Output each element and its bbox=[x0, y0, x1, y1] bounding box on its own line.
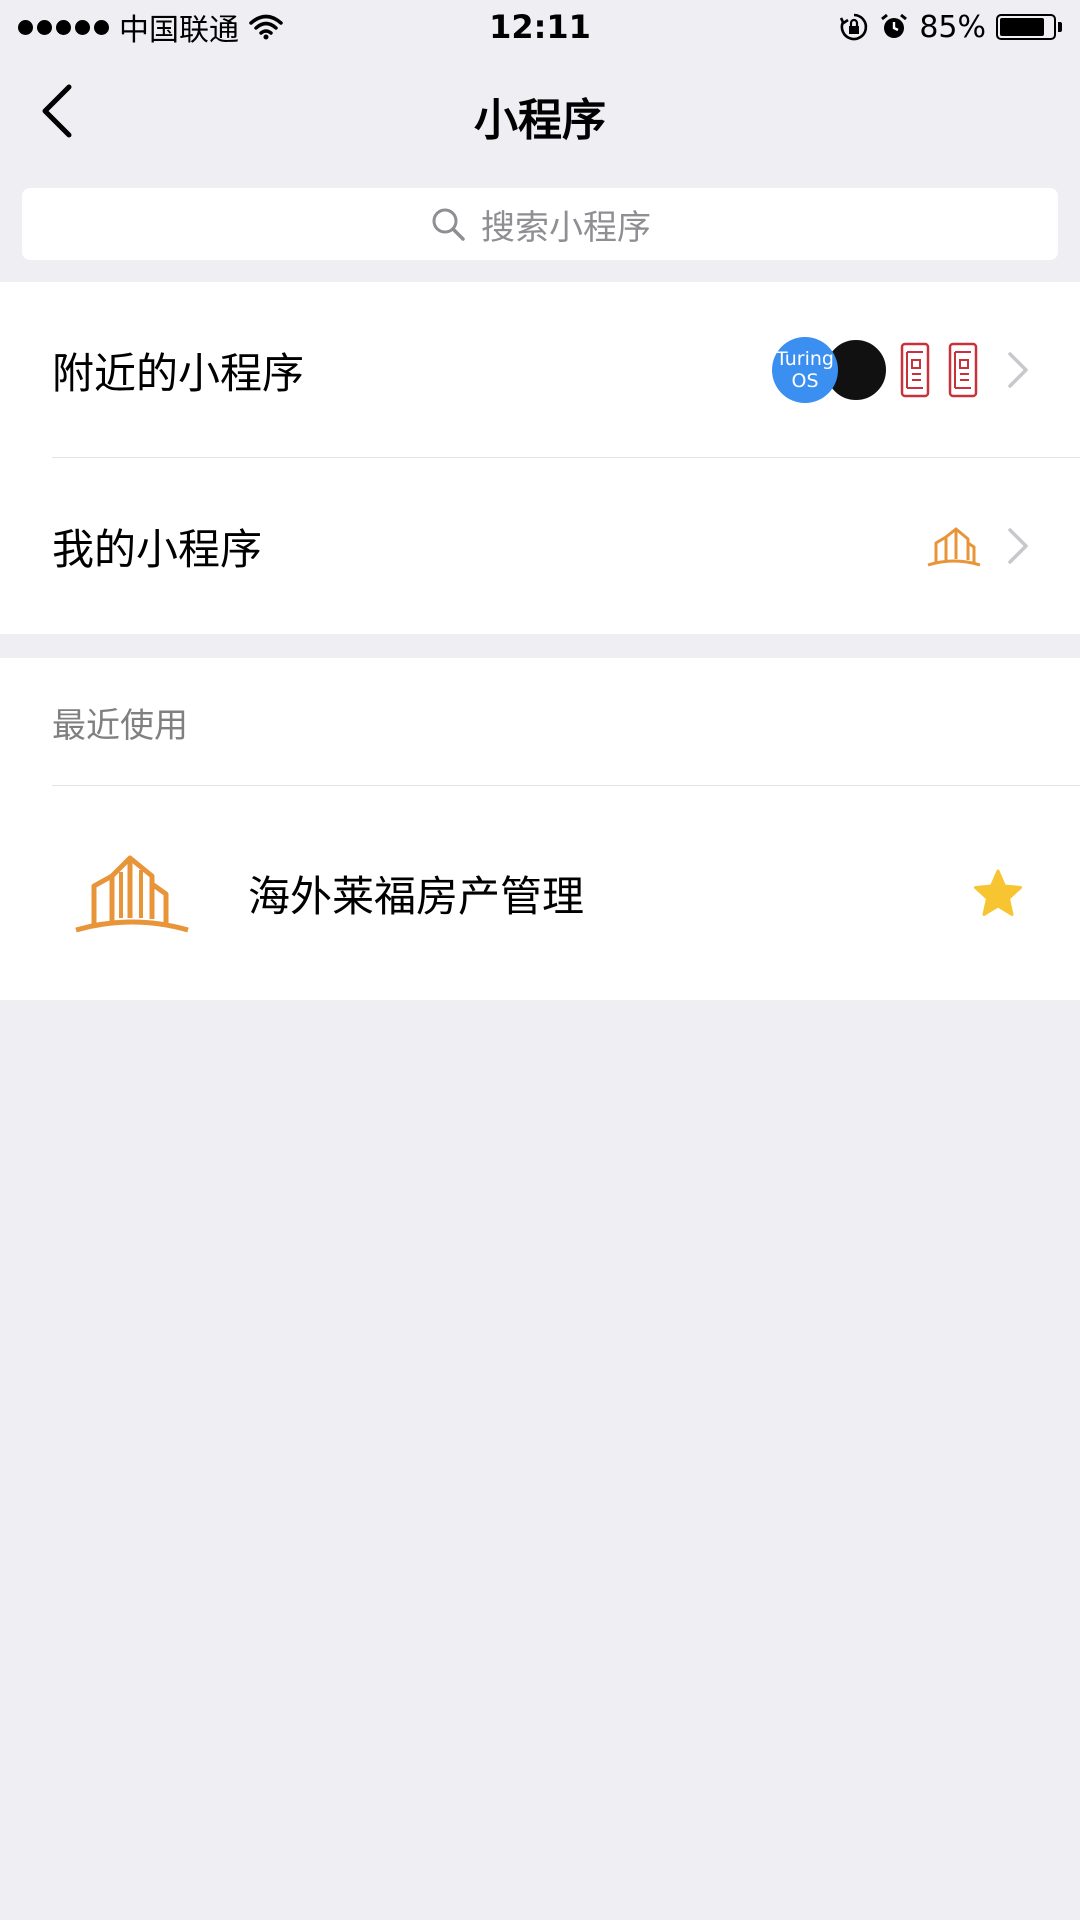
nearby-mini-programs-row[interactable]: 附近的小程序 Turing OS bbox=[0, 282, 1080, 458]
turing-os-icon: Turing OS bbox=[772, 337, 838, 403]
status-bar: 中国联通 12:11 85% bbox=[0, 0, 1080, 54]
status-bar-left: 中国联通 bbox=[18, 5, 283, 49]
recent-section: 最近使用 海外莱福房产管理 bbox=[0, 658, 1080, 1000]
page-title: 小程序 bbox=[474, 95, 606, 146]
turing-icon-text-2: OS bbox=[791, 370, 819, 392]
building-outline-icon bbox=[927, 527, 981, 567]
row-accessory bbox=[924, 458, 1032, 634]
search-input[interactable]: 搜索小程序 bbox=[22, 188, 1058, 260]
row-label: 我的小程序 bbox=[52, 524, 263, 574]
navigation-bar: 小程序 bbox=[0, 54, 1080, 170]
search-icon bbox=[432, 208, 465, 241]
status-bar-right: 85% bbox=[839, 10, 1062, 45]
recent-item-name: 海外莱福房产管理 bbox=[248, 871, 585, 921]
recent-list-item[interactable]: 海外莱福房产管理 bbox=[0, 786, 1080, 1000]
chevron-right-icon bbox=[1008, 352, 1028, 388]
wifi-icon bbox=[249, 14, 283, 40]
my-mini-programs-row[interactable]: 我的小程序 bbox=[0, 458, 1080, 634]
mini-program-menu: 附近的小程序 Turing OS 我的小程序 bbox=[0, 282, 1080, 634]
red-seal-icon bbox=[900, 342, 930, 398]
search-placeholder: 搜索小程序 bbox=[481, 207, 651, 248]
battery-percent: 85% bbox=[919, 9, 986, 45]
rotation-lock-icon bbox=[840, 13, 868, 41]
nearby-app-icons: Turing OS bbox=[772, 337, 984, 403]
chevron-right-icon bbox=[1008, 528, 1028, 564]
star-icon[interactable] bbox=[972, 868, 1024, 920]
alarm-icon bbox=[881, 13, 908, 38]
row-accessory: Turing OS bbox=[772, 282, 1032, 458]
building-logo-icon bbox=[75, 855, 189, 933]
signal-dots-icon bbox=[18, 19, 109, 35]
carrier-name: 中国联通 bbox=[119, 13, 239, 48]
recent-section-header: 最近使用 bbox=[0, 658, 1080, 786]
battery-icon bbox=[996, 14, 1062, 40]
turing-icon-text-1: Turing bbox=[776, 348, 834, 370]
section-title: 最近使用 bbox=[52, 705, 188, 746]
row-label: 附近的小程序 bbox=[52, 348, 305, 398]
red-seal-icon bbox=[948, 342, 978, 398]
